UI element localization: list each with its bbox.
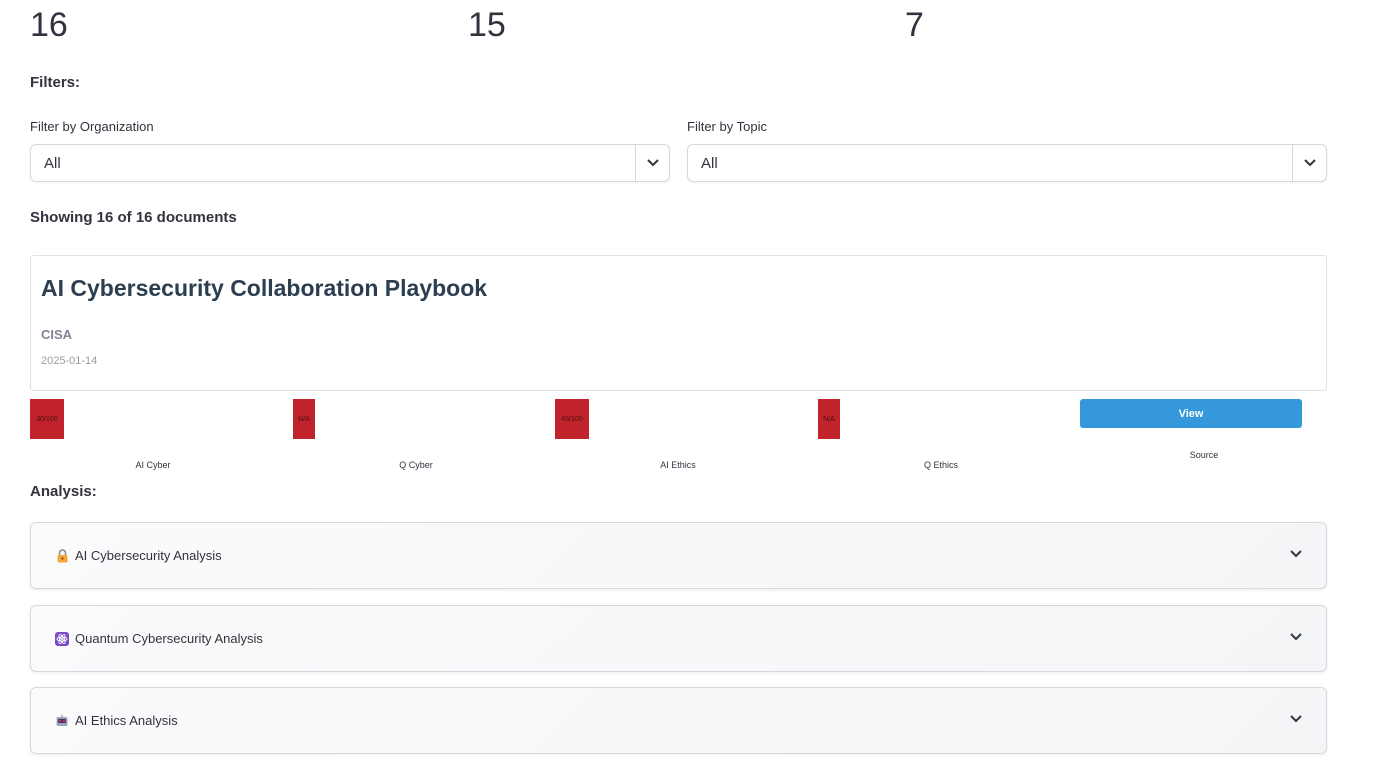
metric-documents: 16	[30, 6, 68, 44]
org-filter-value: All	[44, 154, 61, 172]
chevron-down-icon[interactable]	[1292, 145, 1326, 181]
org-filter-label: Filter by Organization	[30, 119, 154, 134]
score-label-ai-ethics: AI Ethics	[660, 460, 696, 470]
score-q-ethics: N/A	[818, 399, 840, 439]
view-source-button[interactable]: View	[1080, 399, 1302, 428]
score-label-q-ethics: Q Ethics	[923, 460, 958, 470]
atom-icon	[55, 631, 69, 646]
score-label-ai-cyber: AI Cyber	[135, 460, 171, 470]
chevron-down-icon[interactable]	[1290, 710, 1302, 728]
analysis-heading: Analysis:	[30, 483, 97, 500]
score-ai-cyber: 30/100	[30, 399, 64, 439]
topic-filter-select[interactable]: All	[687, 144, 1327, 182]
score-ai-ethics: 43/100	[555, 399, 589, 439]
score-label-q-cyber: Q Cyber	[399, 460, 433, 470]
lock-icon	[55, 548, 69, 563]
expander-label: Quantum Cybersecurity Analysis	[75, 631, 263, 646]
org-filter-select[interactable]: All	[30, 144, 670, 182]
expander-label: AI Cybersecurity Analysis	[75, 548, 222, 563]
topic-filter-value: All	[701, 154, 718, 172]
expander-label: AI Ethics Analysis	[75, 713, 178, 728]
expander-quantum-cybersecurity[interactable]: Quantum Cybersecurity Analysis	[30, 605, 1327, 672]
metric-topics: 7	[905, 6, 924, 44]
chevron-down-icon[interactable]	[1290, 628, 1302, 646]
document-organization: CISA	[41, 327, 73, 342]
document-card: AI Cybersecurity Collaboration Playbook …	[30, 255, 1327, 391]
document-date: 2025-01-14	[41, 355, 98, 367]
robot-icon	[55, 714, 69, 728]
document-title: AI Cybersecurity Collaboration Playbook	[41, 275, 488, 301]
expander-ai-cybersecurity[interactable]: AI Cybersecurity Analysis	[30, 522, 1327, 589]
score-q-cyber: N/A	[293, 399, 315, 439]
source-label: Source	[1189, 450, 1219, 460]
chevron-down-icon[interactable]	[1290, 545, 1302, 563]
filters-heading: Filters:	[30, 74, 81, 91]
chevron-down-icon[interactable]	[635, 145, 669, 181]
topic-filter-label: Filter by Topic	[687, 119, 767, 134]
metric-organizations: 15	[468, 6, 506, 44]
showing-count: Showing 16 of 16 documents	[30, 209, 237, 226]
expander-ai-ethics[interactable]: AI Ethics Analysis	[30, 687, 1327, 754]
